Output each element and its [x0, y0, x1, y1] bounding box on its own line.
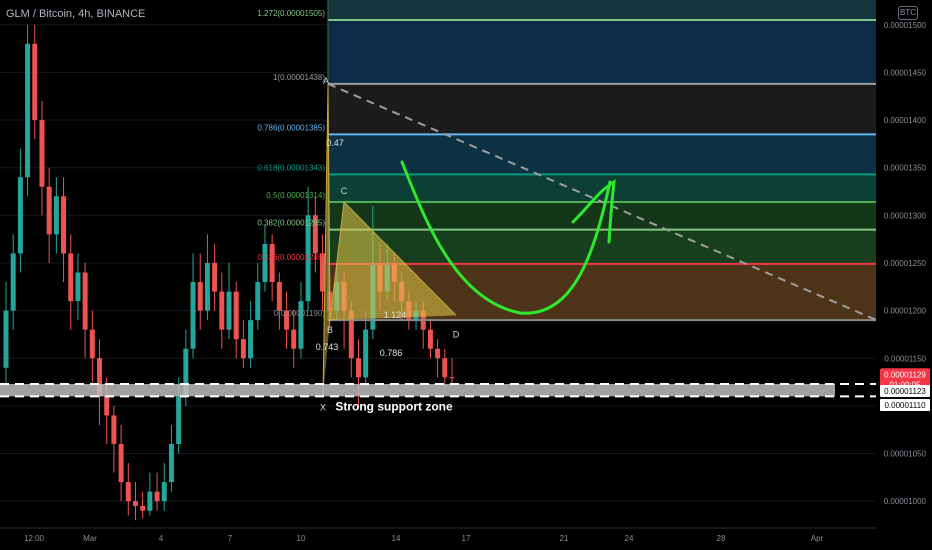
- price-tick-label: 0.00001000: [884, 497, 927, 506]
- time-tick-label: 4: [159, 534, 164, 543]
- candle-body: [118, 444, 124, 483]
- fib-zone-fill: [328, 0, 881, 21]
- candle-body: [61, 196, 67, 254]
- candle-body: [248, 320, 254, 359]
- time-tick-label: Mar: [83, 534, 97, 543]
- fib-level-label: 1.272(0.00001505): [257, 9, 325, 18]
- support-zone-label: Strong support zone: [335, 399, 453, 413]
- price-tick-label: 0.00001400: [884, 116, 927, 125]
- pattern-point-d: D: [453, 329, 460, 339]
- candle-body: [176, 396, 182, 445]
- candle-body: [276, 282, 282, 311]
- candle-body: [442, 358, 448, 378]
- candle-body: [212, 262, 218, 292]
- candle-body: [46, 186, 52, 235]
- candle-body: [132, 501, 138, 506]
- fib-level-label: 0.618(0.00001343): [257, 163, 325, 172]
- fib-zone-fill: [328, 20, 881, 84]
- pattern-ratio-label: 0.47: [326, 138, 344, 148]
- candle-body: [355, 358, 361, 378]
- candle-body: [291, 329, 297, 349]
- candle-body: [197, 282, 203, 311]
- time-tick-label: 14: [392, 534, 401, 543]
- candle-body: [240, 339, 246, 359]
- candle-body: [111, 415, 117, 445]
- candle-body: [154, 491, 160, 502]
- pattern-ratio-label: 0.743: [316, 342, 339, 352]
- time-tick-label: 7: [228, 534, 233, 543]
- candle-body: [32, 43, 38, 121]
- candle-body: [3, 310, 9, 368]
- candle-body: [435, 348, 441, 359]
- candle-body: [39, 120, 45, 187]
- support-zone: Strong support zone: [0, 382, 880, 413]
- candle-body: [204, 262, 210, 311]
- fib-zone-fill: [328, 83, 881, 135]
- candle-body: [161, 482, 167, 502]
- pattern-point-c: C: [341, 186, 348, 196]
- candle-body: [219, 291, 225, 330]
- price-tick-label: 0.00001150: [884, 354, 926, 363]
- candle-body: [427, 329, 433, 349]
- candle-body: [140, 505, 146, 511]
- candle-body: [75, 272, 81, 302]
- price-tick-label: 0.00001300: [884, 211, 927, 220]
- candle-body: [25, 43, 31, 178]
- candle-body: [10, 253, 16, 311]
- pattern-point-a: A: [323, 76, 329, 86]
- candle-body: [89, 329, 95, 359]
- fib-level-label: 1(0.00001438): [273, 73, 325, 82]
- fib-level-label: 0(0.00001190): [274, 309, 326, 318]
- price-tick-label: 0.00001050: [884, 450, 927, 459]
- candle-body: [226, 291, 232, 330]
- fib-zone-fill: [328, 229, 881, 264]
- fib-level-label: 0.382(0.00001285): [257, 219, 325, 228]
- pattern-point-b: B: [327, 325, 333, 335]
- price-axis-background: [876, 0, 932, 550]
- fib-level-label: 0.236(0.00001249): [257, 253, 325, 262]
- time-tick-label: 10: [297, 534, 306, 543]
- time-tick-label: 17: [462, 534, 471, 543]
- candle-body: [269, 243, 275, 283]
- fib-zone-fill: [328, 134, 881, 175]
- chart-canvas[interactable]: 1.272(0.00001505) 1(0.00001438) 0.786(0.00…: [0, 0, 932, 550]
- time-axis[interactable]: 12:00 Mar 4 7 10 14 17 21 24 28 Apr: [0, 527, 932, 550]
- time-tick-label: 28: [717, 534, 726, 543]
- chart-title: GLM / Bitcoin, 4h, BINANCE: [6, 8, 146, 20]
- candle-body: [255, 282, 261, 321]
- candle-body: [147, 491, 153, 511]
- candle-body: [190, 282, 196, 349]
- candle-body: [449, 377, 455, 379]
- pattern-point-x: X: [320, 402, 326, 412]
- pattern-ratio-label: 0.786: [380, 348, 403, 358]
- price-axis[interactable]: 0.00001500 0.00001450 0.00001400 0.00001350…: [876, 0, 932, 550]
- price-tick-label: 0.00001250: [884, 259, 927, 268]
- candle-body: [17, 177, 23, 254]
- support-upper-price: 0.00001123: [884, 387, 926, 396]
- price-tick-label: 0.00001450: [884, 68, 927, 77]
- candle-body: [363, 329, 369, 378]
- candle-body: [233, 291, 239, 340]
- candle-body: [168, 444, 174, 483]
- current-price-label: 0.00001129: [884, 370, 926, 379]
- candle-body: [68, 253, 74, 302]
- candle-body: [82, 272, 88, 330]
- time-tick-label: Apr: [811, 534, 824, 543]
- candle-body: [262, 243, 268, 283]
- candle-body: [125, 482, 131, 502]
- candle-body: [104, 396, 110, 416]
- time-tick-label: 21: [560, 534, 569, 543]
- support-lower-price: 0.00001110: [884, 401, 926, 410]
- pattern-ratio-label: 1.124: [384, 310, 407, 320]
- time-tick-label: 24: [625, 534, 634, 543]
- price-tick-label: 0.00001200: [884, 307, 927, 316]
- time-tick-label: 12:00: [24, 534, 45, 543]
- price-tick-label: 0.00001500: [884, 21, 927, 30]
- price-tick-label: 0.00001350: [884, 164, 927, 173]
- fib-level-label: 0.786(0.00001385): [257, 123, 325, 132]
- candle-body: [53, 196, 59, 235]
- fib-level-label: 0.5(0.00001314): [266, 191, 325, 200]
- support-zone-band: [0, 383, 835, 397]
- currency-badge[interactable]: BTC: [898, 6, 918, 20]
